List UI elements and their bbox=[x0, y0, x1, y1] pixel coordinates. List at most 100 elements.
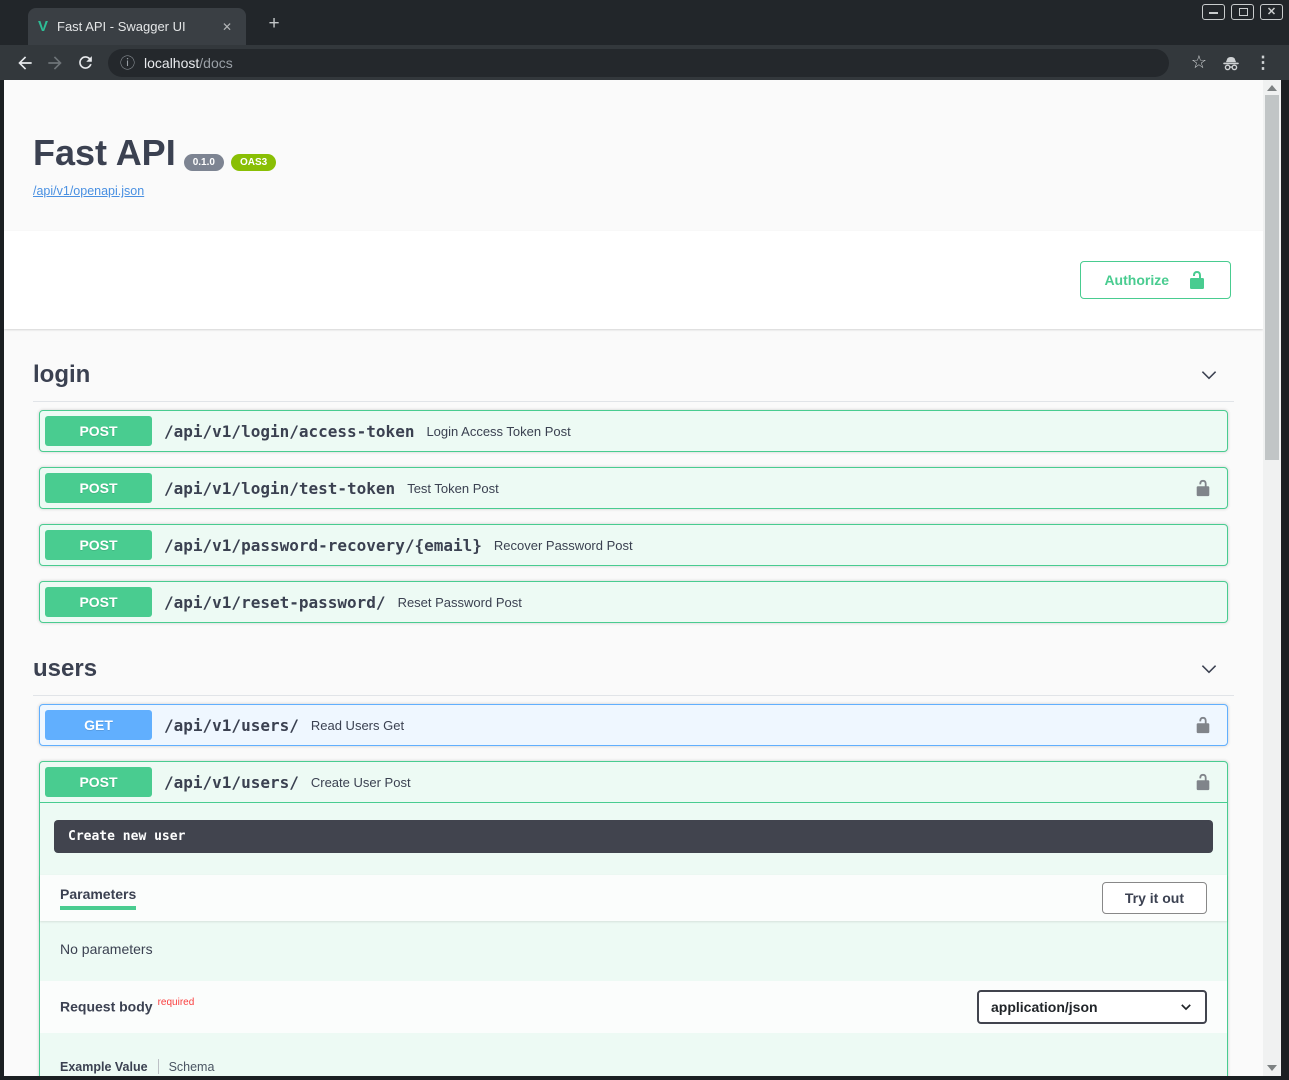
example-section: Example Value Schema { bbox=[40, 1033, 1227, 1076]
back-arrow-icon bbox=[15, 53, 35, 73]
method-badge: POST bbox=[45, 767, 152, 797]
scrollbar-thumb[interactable] bbox=[1265, 95, 1279, 460]
authorize-label: Authorize bbox=[1104, 272, 1169, 288]
parameters-header: Parameters Try it out bbox=[40, 875, 1227, 921]
op-summary[interactable]: POST /api/v1/login/access-token Login Ac… bbox=[40, 411, 1227, 451]
url-path: /docs bbox=[199, 55, 232, 71]
media-type-value: application/json bbox=[991, 999, 1098, 1015]
api-info: Fast API 0.1.0 OAS3 /api/v1/openapi.json bbox=[33, 132, 1234, 198]
op-path: /api/v1/reset-password/ bbox=[164, 593, 386, 612]
swagger-ui-page: Fast API 0.1.0 OAS3 /api/v1/openapi.json A… bbox=[4, 80, 1263, 1076]
unlock-icon bbox=[1194, 716, 1212, 734]
version-badge: 0.1.0 bbox=[184, 154, 224, 171]
auth-lock-button[interactable] bbox=[1194, 773, 1212, 791]
request-body-label: Request body bbox=[60, 999, 153, 1015]
auth-lock-button[interactable] bbox=[1194, 479, 1212, 497]
tab-schema[interactable]: Schema bbox=[169, 1060, 215, 1074]
oas3-badge: OAS3 bbox=[231, 154, 276, 171]
method-badge: POST bbox=[45, 473, 152, 503]
forward-arrow-icon bbox=[45, 53, 65, 73]
tab-strip: V Fast API - Swagger UI ✕ + ✕ bbox=[0, 0, 1289, 45]
browser-tab[interactable]: V Fast API - Swagger UI ✕ bbox=[28, 8, 246, 45]
page-title: Fast API bbox=[33, 132, 176, 174]
op-summary[interactable]: POST /api/v1/login/test-token Test Token… bbox=[40, 468, 1227, 508]
tab-title: Fast API - Swagger UI bbox=[57, 19, 218, 34]
tag-header-users[interactable]: users bbox=[33, 645, 1234, 696]
close-button[interactable]: ✕ bbox=[1260, 4, 1283, 20]
tag-title: users bbox=[33, 655, 97, 683]
vertical-scrollbar[interactable] bbox=[1263, 80, 1281, 1076]
new-tab-button[interactable]: + bbox=[263, 13, 285, 35]
try-it-out-button[interactable]: Try it out bbox=[1102, 882, 1207, 914]
op-summary-text: Reset Password Post bbox=[398, 595, 1222, 610]
opblock-read-users: GET /api/v1/users/ Read Users Get bbox=[39, 704, 1228, 746]
page-viewport: Fast API 0.1.0 OAS3 /api/v1/openapi.json A… bbox=[4, 80, 1281, 1076]
openapi-spec-link[interactable]: /api/v1/openapi.json bbox=[33, 184, 1234, 198]
unlock-icon bbox=[1194, 773, 1212, 791]
scroll-up-arrow-icon[interactable] bbox=[1267, 85, 1277, 91]
chevron-down-icon bbox=[1198, 658, 1220, 680]
op-path: /api/v1/users/ bbox=[164, 773, 299, 792]
minimize-button[interactable] bbox=[1202, 4, 1225, 20]
op-summary[interactable]: POST /api/v1/reset-password/ Reset Passw… bbox=[40, 582, 1227, 622]
bookmark-star-icon: ☆ bbox=[1191, 52, 1207, 73]
parameters-label: Parameters bbox=[60, 886, 136, 902]
browser-menu-button[interactable]: ⋮ bbox=[1247, 49, 1279, 77]
close-icon: ✕ bbox=[1261, 5, 1282, 19]
back-button[interactable] bbox=[10, 49, 40, 77]
site-info-icon[interactable]: ⓘ bbox=[120, 52, 135, 73]
tab-parameters[interactable]: Parameters bbox=[60, 886, 136, 910]
op-summary-text: Recover Password Post bbox=[494, 538, 1222, 553]
opblock-reset-password: POST /api/v1/reset-password/ Reset Passw… bbox=[39, 581, 1228, 623]
forward-button[interactable] bbox=[40, 49, 70, 77]
method-badge: GET bbox=[45, 710, 152, 740]
incognito-icon bbox=[1220, 52, 1242, 74]
unlock-icon bbox=[1187, 270, 1207, 290]
chevron-down-icon bbox=[1179, 1000, 1193, 1014]
opblock-login-access-token: POST /api/v1/login/access-token Login Ac… bbox=[39, 410, 1228, 452]
tag-section-users: users GET /api/v1/users/ Read Users Get … bbox=[33, 645, 1234, 1076]
required-marker: required bbox=[158, 997, 195, 1008]
scroll-down-arrow-icon[interactable] bbox=[1267, 1065, 1277, 1071]
op-summary[interactable]: GET /api/v1/users/ Read Users Get bbox=[40, 705, 1227, 745]
window-controls: ✕ bbox=[1202, 4, 1283, 20]
opblock-login-test-token: POST /api/v1/login/test-token Test Token… bbox=[39, 467, 1228, 509]
maximize-button[interactable] bbox=[1231, 4, 1254, 20]
incognito-indicator[interactable] bbox=[1215, 49, 1247, 77]
auth-lock-button[interactable] bbox=[1194, 716, 1212, 734]
op-path: /api/v1/login/test-token bbox=[164, 479, 395, 498]
op-summary[interactable]: POST /api/v1/users/ Create User Post bbox=[40, 762, 1227, 803]
no-parameters-text: No parameters bbox=[40, 921, 1227, 981]
op-description: Create new user bbox=[54, 820, 1213, 853]
op-summary-text: Login Access Token Post bbox=[426, 424, 1222, 439]
op-summary-text: Read Users Get bbox=[311, 718, 1194, 733]
authorize-button[interactable]: Authorize bbox=[1080, 261, 1231, 299]
opblock-create-user: POST /api/v1/users/ Create User Post Cre… bbox=[39, 761, 1228, 1076]
op-path: /api/v1/login/access-token bbox=[164, 422, 414, 441]
scheme-container: Authorize bbox=[4, 231, 1263, 329]
url-host: localhost bbox=[144, 55, 199, 71]
op-expanded-body: Create new user Parameters Try it out No… bbox=[40, 820, 1227, 1076]
op-summary-text: Test Token Post bbox=[407, 481, 1194, 496]
bookmark-button[interactable]: ☆ bbox=[1183, 49, 1215, 77]
op-summary-text: Create User Post bbox=[311, 775, 1194, 790]
browser-toolbar: ⓘ localhost/docs ☆ ⋮ bbox=[0, 45, 1289, 80]
tab-example-value[interactable]: Example Value bbox=[60, 1060, 148, 1074]
op-summary[interactable]: POST /api/v1/password-recovery/{email} R… bbox=[40, 525, 1227, 565]
unlock-icon bbox=[1194, 479, 1212, 497]
media-type-select[interactable]: application/json bbox=[977, 990, 1207, 1024]
tab-close-icon[interactable]: ✕ bbox=[218, 18, 236, 36]
method-badge: POST bbox=[45, 416, 152, 446]
method-badge: POST bbox=[45, 530, 152, 560]
minimize-icon bbox=[1209, 12, 1218, 14]
op-path: /api/v1/password-recovery/{email} bbox=[164, 536, 482, 555]
fastapi-favicon-icon: V bbox=[38, 18, 48, 35]
menu-dots-icon: ⋮ bbox=[1255, 53, 1272, 73]
opblock-password-recovery: POST /api/v1/password-recovery/{email} R… bbox=[39, 524, 1228, 566]
browser-chrome: V Fast API - Swagger UI ✕ + ✕ ⓘ localhos… bbox=[0, 0, 1289, 80]
tag-title: login bbox=[33, 361, 90, 389]
reload-button[interactable] bbox=[70, 49, 100, 77]
tag-header-login[interactable]: login bbox=[33, 351, 1234, 402]
maximize-icon bbox=[1239, 8, 1248, 16]
url-bar[interactable]: ⓘ localhost/docs bbox=[108, 49, 1169, 77]
